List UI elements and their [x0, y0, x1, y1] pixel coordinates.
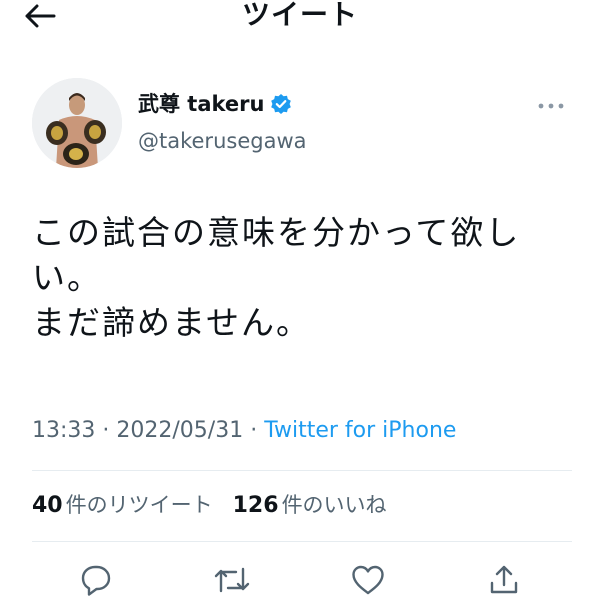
likes-label: 件のいいね	[281, 493, 387, 517]
tweet-text: この試合の意味を分かって欲しい。 まだ諦めません。	[32, 213, 521, 342]
tweet-stats: 40 件のリツイート 126 件のいいね	[32, 490, 387, 521]
reply-icon	[81, 565, 111, 596]
tweet-source-link[interactable]: Twitter for iPhone	[264, 418, 456, 443]
likes-stat[interactable]: 126 件のいいね	[233, 490, 387, 521]
retweet-icon	[214, 567, 250, 593]
meta-separator: ·	[95, 418, 117, 443]
more-horizontal-icon	[538, 103, 564, 109]
retweets-stat[interactable]: 40 件のリツイート	[32, 490, 213, 521]
retweets-count: 40	[32, 493, 63, 518]
like-button[interactable]	[346, 558, 390, 602]
tweet-author: 武尊 takeru @takerusegawa	[32, 78, 572, 170]
share-icon	[490, 565, 518, 594]
user-handle[interactable]: @takerusegawa	[138, 127, 306, 155]
retweets-label: 件のリツイート	[65, 493, 213, 517]
avatar-image	[32, 78, 122, 168]
likes-count: 126	[232, 493, 279, 518]
name-row: 武尊 takeru	[138, 90, 292, 118]
meta-separator: ·	[243, 418, 265, 443]
tweet-date: 2022/05/31	[116, 418, 244, 443]
divider	[32, 470, 572, 471]
display-name[interactable]: 武尊 takeru	[138, 90, 264, 118]
tweet-time: 13:33	[32, 418, 96, 443]
share-button[interactable]	[482, 558, 526, 602]
avatar[interactable]	[32, 78, 122, 168]
verified-badge-icon	[270, 93, 292, 115]
tweet-meta: 13:33 · 2022/05/31 · Twitter for iPhone	[32, 416, 456, 446]
heart-icon	[352, 565, 384, 595]
reply-button[interactable]	[74, 558, 118, 602]
page-title: ツイート	[241, 0, 358, 31]
top-bar: ツイート	[0, 0, 600, 40]
retweet-button[interactable]	[210, 558, 254, 602]
tweet-actions	[0, 558, 600, 604]
more-options-button[interactable]	[536, 96, 566, 116]
divider	[32, 541, 572, 542]
